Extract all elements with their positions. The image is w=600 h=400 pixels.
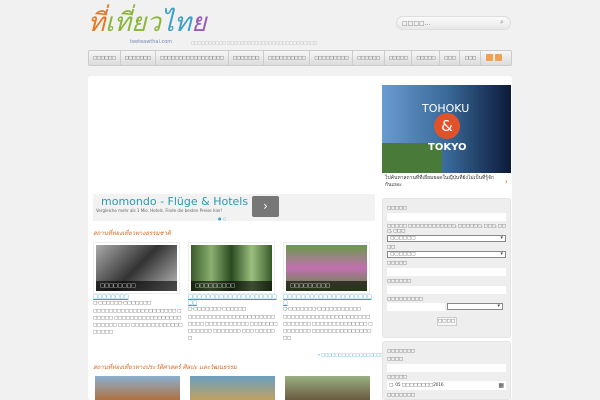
- nav-item[interactable]: □□□□□□□: [121, 51, 156, 65]
- text-field[interactable]: [387, 268, 506, 276]
- ad-next-button[interactable]: ›: [252, 196, 279, 217]
- ad-caption-text: ไปค้นหาสถานที่ที่เยี่ยมยอดในญี่ปุ่นที่ยั…: [385, 175, 494, 188]
- article-title[interactable]: □□□□□□□□□□□□□□□□□□□□□□: [188, 294, 278, 306]
- article-card[interactable]: □□□□□□□□ □□□□□□□□ □-□□□□□□-□□□□□□□ □□□□□…: [93, 242, 183, 336]
- article-image[interactable]: □□□□□□□□: [96, 245, 177, 291]
- box-title: □□□□□□□: [387, 349, 415, 354]
- logo-part: ไท: [161, 8, 192, 38]
- article-date: □-□□□□□□□-□□□□□□: [188, 307, 246, 312]
- sidebar-ad[interactable]: TOHOKU & TOKYO: [382, 85, 511, 173]
- article-image[interactable]: □□□□□□□□□: [191, 245, 272, 291]
- article-date: □-□□□□□□□-□□□□□□□□□□□: [283, 307, 361, 312]
- nav-item[interactable]: □□□□□□□□□: [310, 51, 354, 65]
- nav-item[interactable]: □□□: [440, 51, 461, 65]
- nav-item[interactable]: □□□□□: [412, 51, 441, 65]
- nav-item[interactable]: □□□□□□□: [229, 51, 264, 65]
- image-caption: □□□□□□□□: [96, 281, 177, 291]
- calendar-icon[interactable]: ▦: [498, 382, 504, 389]
- ad-title[interactable]: momondo - Flüge & Hotels: [101, 195, 248, 208]
- section-heading: สถานที่ท่องเที่ยวทางประวัติศาสตร์ ศิลปะ …: [93, 364, 237, 371]
- ad-dots[interactable]: ● ○: [218, 216, 226, 221]
- field-label: □□□□□□□: [387, 393, 415, 398]
- search-icon[interactable]: ⌕: [500, 18, 504, 27]
- ad-banner[interactable]: momondo - Flüge & Hotels Vergleiche mehr…: [93, 194, 375, 221]
- article-desc: □□□□□□□□□□□□□□□□□□□□□□□□□□□□□ □□□□□□□□□□…: [283, 315, 373, 341]
- article-image[interactable]: □□□□□□□□□: [286, 245, 367, 291]
- more-link[interactable]: » □□□□□□□□□□□□□□□□□□: [318, 352, 384, 357]
- date-field[interactable]: □. 05 □□□□□□□□2016 ▦: [387, 381, 506, 390]
- main-nav: □□□□□□ □□□□□□□ □□□□□□□□□□□□□□□□□ □□□□□□□…: [88, 50, 512, 66]
- date-value: □. 05 □□□□□□□□2016: [389, 383, 444, 388]
- select-dropdown[interactable]: □□□□□□: [387, 251, 506, 258]
- text-field[interactable]: [387, 364, 506, 372]
- nav-item[interactable]: □□□□□□□□□□□□□□□□□: [156, 51, 229, 65]
- ad-text: &: [434, 113, 460, 139]
- nav-item[interactable]: □□□: [460, 51, 481, 65]
- rss-icon[interactable]: [486, 54, 493, 61]
- field-label: □□□□□: [387, 206, 407, 211]
- rss-links: [486, 54, 502, 61]
- article-desc: □□□□□□□□□□□□□□□□□□□□□ □□□□□□ □□□□□□□□□□□…: [93, 309, 183, 335]
- article-date: □-□□□□□□-□□□□□□□: [93, 301, 151, 306]
- text-field[interactable]: [387, 303, 445, 311]
- ad-text: TOKYO: [428, 142, 467, 153]
- section-heading: สถานที่ท่องเที่ยวทางธรรมชาติ: [93, 230, 171, 237]
- tagline: □□□□□□□□□□ □□□□□□□□□□□□□□□□□□□□□□□□□□: [191, 40, 318, 45]
- select-dropdown[interactable]: □□□□□□: [387, 235, 506, 242]
- article-desc: □□□□□□□□□□□□□□□□□□□□□□□□□□ □□□□□□□□□□□ □…: [188, 315, 278, 341]
- article-image[interactable]: [190, 376, 275, 400]
- nav-item[interactable]: □□□□□□: [353, 51, 385, 65]
- field-label: □□□□□ □□□□□□□□□□□□, □□□□□□, □□□, □□□, □□…: [387, 224, 506, 234]
- sidebar-ad-caption[interactable]: ไปค้นหาสถานที่ที่เยี่ยมยอดในญี่ปุ่นที่ยั…: [382, 173, 511, 192]
- image-caption: □□□□□□□□□: [286, 281, 367, 291]
- field-label: □□□□□□: [387, 279, 411, 284]
- article-title[interactable]: □□□□□□□□□□□□□□□□□□□□□: [283, 294, 373, 306]
- ad-subtitle: Vergleiche mehr als 1 Mio. Hotels. Finde…: [96, 208, 223, 213]
- logo-part: ที่: [88, 8, 106, 38]
- nav-item[interactable]: □□□□□□□□□□: [264, 51, 311, 65]
- search-input[interactable]: □□□□...: [396, 16, 511, 30]
- sidebar-box: □□□□□□□ □□□□ □□□□□ □. 05 □□□□□□□□2016 ▦ □…: [382, 341, 511, 400]
- logo-subtitle: teeteawthai.com: [130, 39, 173, 45]
- field-label: □□□□□□□□□: [387, 297, 423, 302]
- article-image[interactable]: [95, 376, 180, 400]
- field-label: □□□□□: [387, 261, 407, 266]
- article-image[interactable]: [285, 376, 370, 400]
- field-label: □□□□□: [387, 375, 407, 380]
- text-field[interactable]: [387, 286, 506, 294]
- search-form: □□□□□ □□□□□ □□□□□□□□□□□□, □□□□□□, □□□, □…: [382, 198, 511, 338]
- select-dropdown[interactable]: [447, 303, 503, 310]
- article-title[interactable]: □□□□□□□□: [93, 294, 183, 300]
- submit-button[interactable]: □□□□: [436, 317, 457, 326]
- logo-part: ย: [191, 8, 207, 38]
- article-card[interactable]: □□□□□□□□□ □□□□□□□□□□□□□□□□□□□□□ □-□□□□□□…: [283, 242, 373, 342]
- site-logo[interactable]: ที่เที่ยวไทย: [88, 8, 206, 38]
- image-caption: □□□□□□□□□: [191, 281, 272, 291]
- logo-part: เที่ยว: [105, 8, 161, 38]
- rss-icon[interactable]: [495, 54, 502, 61]
- field-label: □□: [387, 245, 395, 250]
- nav-item[interactable]: □□□□□: [385, 51, 413, 65]
- chevron-right-icon[interactable]: ›: [505, 178, 508, 186]
- field-label: □□□□: [387, 357, 403, 362]
- article-card[interactable]: □□□□□□□□□ □□□□□□□□□□□□□□□□□□□□□□ □-□□□□□…: [188, 242, 278, 342]
- text-field[interactable]: [387, 213, 506, 221]
- nav-item[interactable]: □□□□□□: [89, 51, 121, 65]
